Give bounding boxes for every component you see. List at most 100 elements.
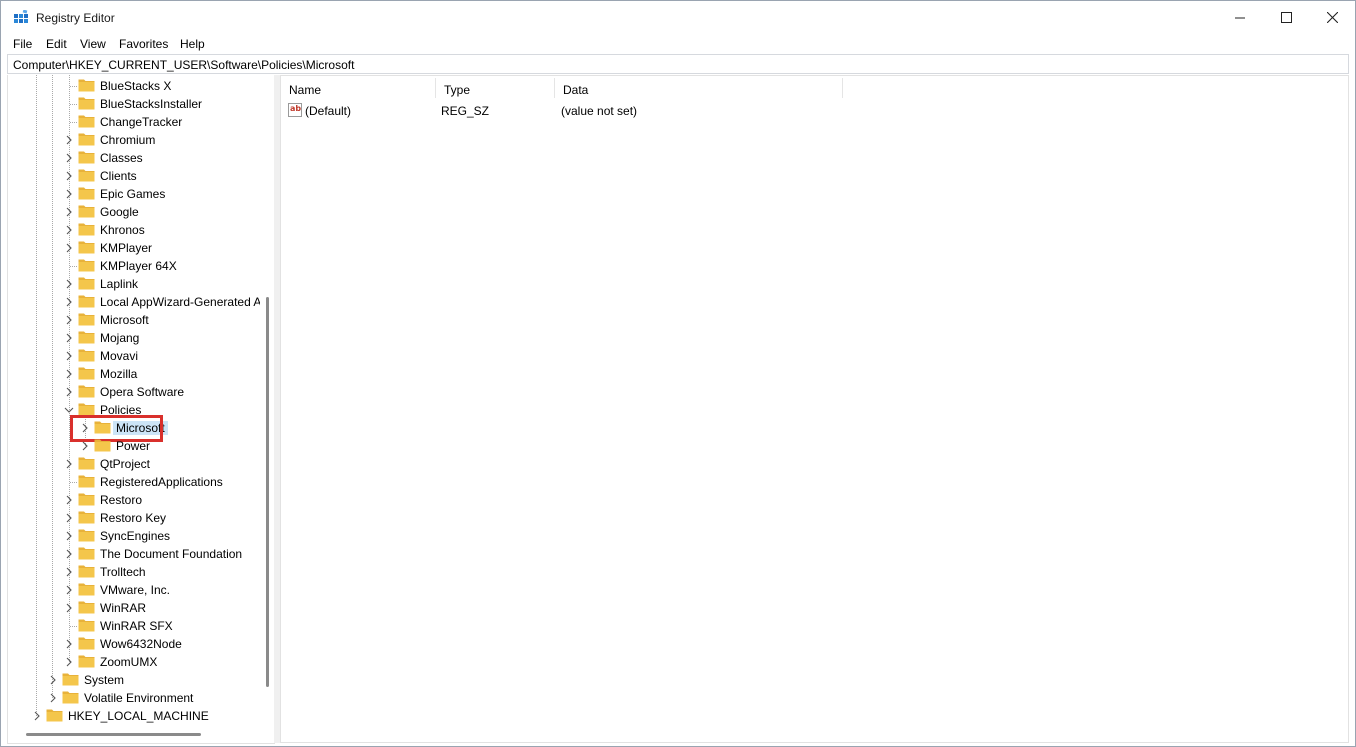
tree-item[interactable]: System [8, 671, 260, 689]
tree-item[interactable]: VMware, Inc. [8, 581, 260, 599]
minimize-button[interactable] [1217, 1, 1263, 34]
tree-item-label: Trolltech [100, 565, 146, 579]
chevron-right-icon[interactable] [64, 386, 74, 398]
tree-item[interactable]: Wow6432Node [8, 635, 260, 653]
chevron-right-icon[interactable] [64, 350, 74, 362]
tree-item[interactable]: BlueStacksInstaller [8, 95, 260, 113]
column-header-type[interactable]: Type [436, 76, 555, 102]
close-button[interactable] [1309, 1, 1355, 34]
chevron-right-icon[interactable] [80, 440, 90, 452]
address-path[interactable]: Computer\HKEY_CURRENT_USER\Software\Poli… [13, 58, 354, 72]
tree-item[interactable]: Laplink [8, 275, 260, 293]
menu-edit[interactable]: Edit [46, 37, 67, 51]
tree-item[interactable]: SyncEngines [8, 527, 260, 545]
tree-item[interactable]: Khronos [8, 221, 260, 239]
folder-icon [78, 312, 95, 326]
string-value-icon: ab [288, 103, 302, 117]
chevron-right-icon[interactable] [64, 152, 74, 164]
menu-view[interactable]: View [80, 37, 106, 51]
folder-icon [78, 222, 95, 236]
chevron-right-icon[interactable] [64, 188, 74, 200]
key-tree-pane[interactable]: BlueStacks XBlueStacksInstallerChangeTra… [7, 75, 275, 744]
chevron-right-icon[interactable] [64, 530, 74, 542]
chevron-right-icon[interactable] [48, 692, 58, 704]
menu-bar: File Edit View Favorites Help [1, 34, 1355, 54]
title-bar[interactable]: Registry Editor [1, 1, 1355, 34]
chevron-right-icon[interactable] [64, 512, 74, 524]
chevron-right-icon[interactable] [64, 548, 74, 560]
chevron-right-icon[interactable] [48, 674, 58, 686]
value-row[interactable]: ab (Default) REG_SZ (value not set) [281, 102, 881, 120]
tree-item-label: SyncEngines [100, 529, 170, 543]
tree-item[interactable]: Opera Software [8, 383, 260, 401]
value-name: (Default) [305, 104, 351, 118]
tree-item[interactable]: Trolltech [8, 563, 260, 581]
window-title: Registry Editor [36, 11, 115, 25]
tree-item[interactable]: Classes [8, 149, 260, 167]
maximize-icon [1281, 12, 1292, 23]
tree-item[interactable]: QtProject [8, 455, 260, 473]
tree-item[interactable]: Movavi [8, 347, 260, 365]
folder-icon [78, 276, 95, 290]
tree-item[interactable]: Google [8, 203, 260, 221]
chevron-right-icon[interactable] [64, 296, 74, 308]
chevron-right-icon[interactable] [64, 458, 74, 470]
chevron-right-icon[interactable] [64, 332, 74, 344]
chevron-right-icon[interactable] [64, 566, 74, 578]
tree-item[interactable]: WinRAR SFX [8, 617, 260, 635]
column-header-name[interactable]: Name [281, 76, 436, 102]
tree-item[interactable]: Restoro Key [8, 509, 260, 527]
folder-icon [78, 204, 95, 218]
chevron-right-icon[interactable] [64, 602, 74, 614]
folder-icon [78, 366, 95, 380]
column-name-label: Name [289, 83, 321, 97]
chevron-right-icon[interactable] [64, 584, 74, 596]
tree-item[interactable]: HKEY_LOCAL_MACHINE [8, 707, 260, 725]
menu-favorites[interactable]: Favorites [119, 37, 168, 51]
address-bar[interactable]: Computer\HKEY_CURRENT_USER\Software\Poli… [7, 54, 1349, 74]
tree-item[interactable]: BlueStacks X [8, 77, 260, 95]
tree-item[interactable]: Mojang [8, 329, 260, 347]
tree-item[interactable]: WinRAR [8, 599, 260, 617]
tree-item[interactable]: ZoomUMX [8, 653, 260, 671]
chevron-right-icon[interactable] [64, 656, 74, 668]
tree-item-label: QtProject [100, 457, 150, 471]
chevron-right-icon[interactable] [64, 638, 74, 650]
tree-item[interactable]: The Document Foundation [8, 545, 260, 563]
folder-icon [78, 402, 95, 416]
menu-help[interactable]: Help [180, 37, 205, 51]
tree-item[interactable]: KMPlayer [8, 239, 260, 257]
chevron-right-icon[interactable] [64, 206, 74, 218]
chevron-right-icon[interactable] [64, 314, 74, 326]
folder-icon [78, 294, 95, 308]
tree-item[interactable]: Clients [8, 167, 260, 185]
chevron-right-icon[interactable] [64, 242, 74, 254]
tree-item[interactable]: Microsoft [8, 311, 260, 329]
chevron-right-icon[interactable] [64, 368, 74, 380]
chevron-right-icon[interactable] [64, 170, 74, 182]
chevron-right-icon[interactable] [64, 494, 74, 506]
tree-item-label: RegisteredApplications [100, 475, 223, 489]
tree-item[interactable]: ChangeTracker [8, 113, 260, 131]
chevron-right-icon[interactable] [32, 710, 42, 722]
chevron-right-icon[interactable] [64, 224, 74, 236]
values-list-pane[interactable]: Name Type Data ab (Default) REG_SZ (valu… [280, 75, 1349, 743]
tree-item[interactable]: Restoro [8, 491, 260, 509]
tree-item[interactable]: RegisteredApplications [8, 473, 260, 491]
tree-item[interactable]: KMPlayer 64X [8, 257, 260, 275]
tree-item[interactable]: Local AppWizard-Generated Applications [8, 293, 260, 311]
maximize-button[interactable] [1263, 1, 1309, 34]
tree-horizontal-scrollbar[interactable] [26, 733, 201, 736]
tree-item-label: Laplink [100, 277, 138, 291]
tree-vertical-scrollbar[interactable] [266, 297, 269, 687]
tree-item[interactable]: Epic Games [8, 185, 260, 203]
tree-item[interactable]: Volatile Environment [8, 689, 260, 707]
tree-item[interactable]: Power [8, 437, 260, 455]
tree-item[interactable]: Chromium [8, 131, 260, 149]
chevron-right-icon[interactable] [64, 278, 74, 290]
column-divider[interactable] [842, 78, 843, 98]
column-header-data[interactable]: Data [555, 76, 843, 102]
tree-item[interactable]: Mozilla [8, 365, 260, 383]
chevron-right-icon[interactable] [64, 134, 74, 146]
menu-file[interactable]: File [13, 37, 32, 51]
